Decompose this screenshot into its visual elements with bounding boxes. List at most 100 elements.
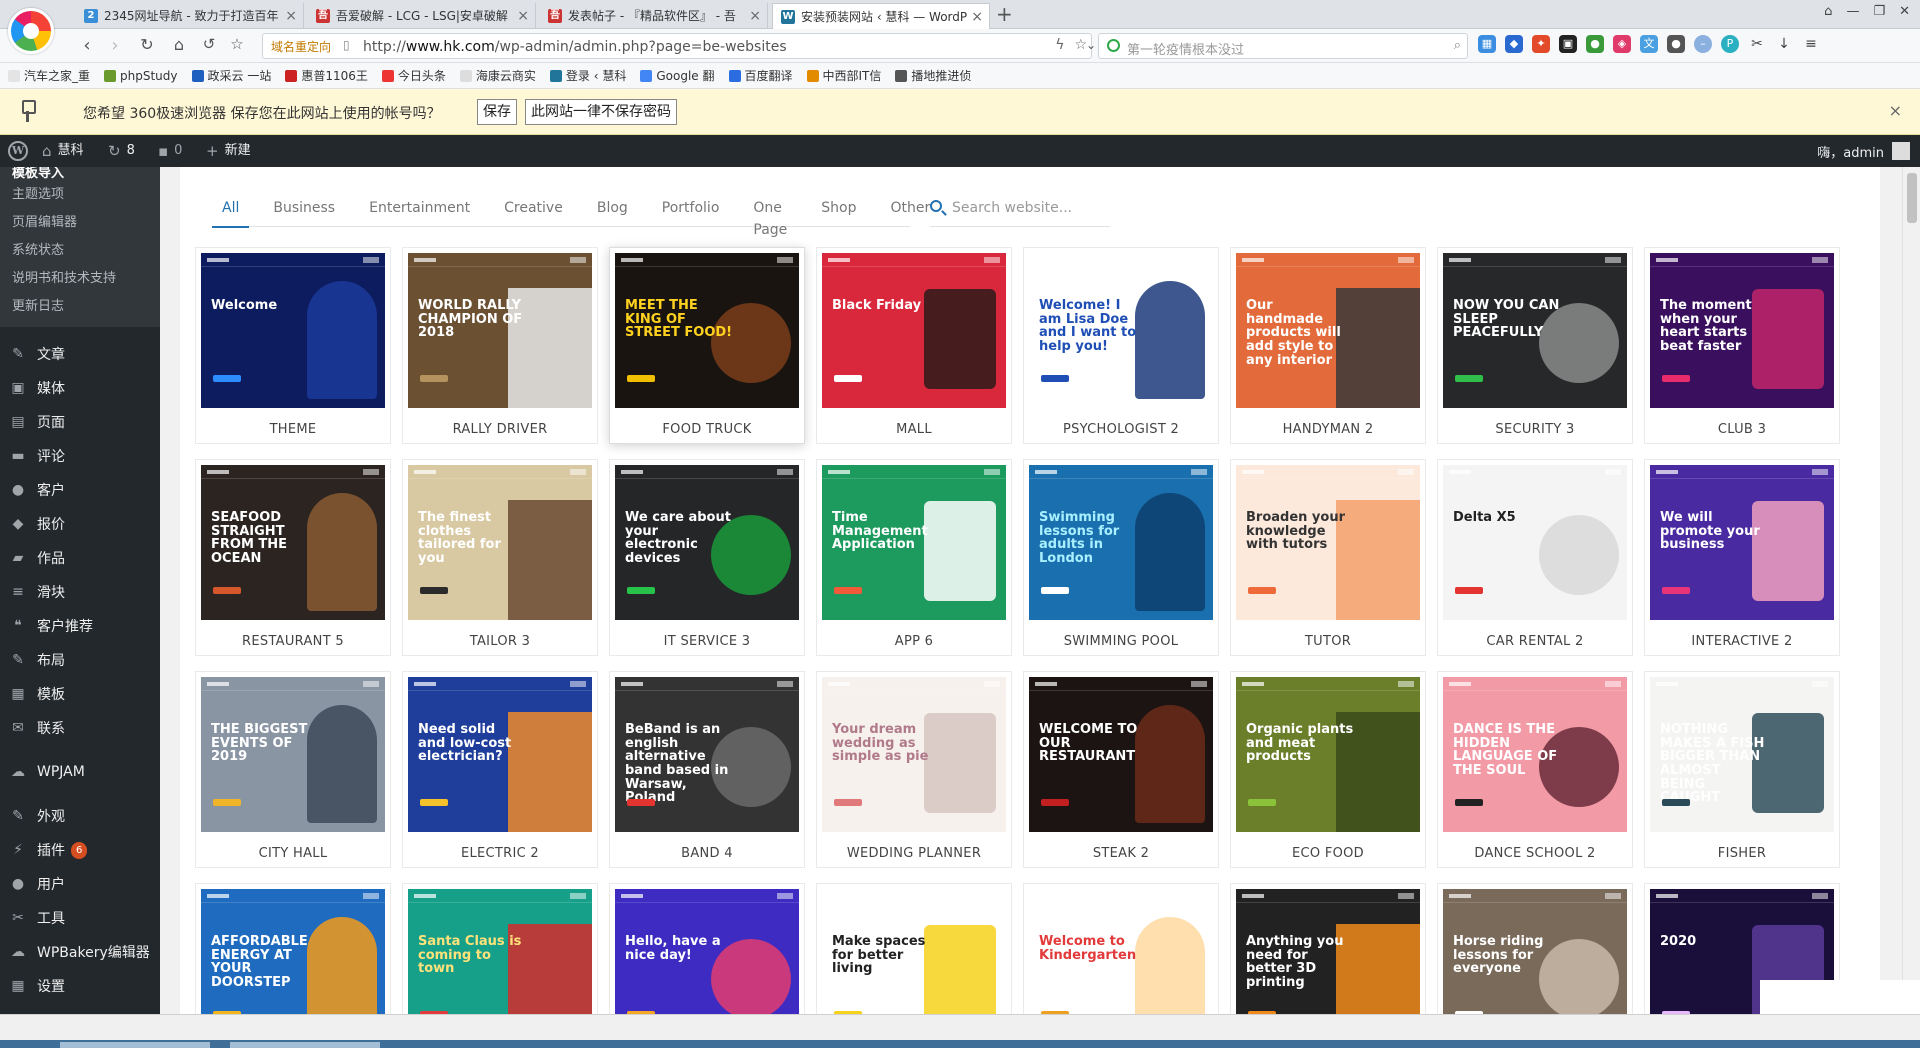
- browser-tab[interactable]: 吾吾爱破解 - LCG - LSG|安卓破解 ×: [308, 3, 536, 29]
- taskbar-item[interactable]: [60, 1042, 210, 1048]
- scrollbar-thumb[interactable]: [1907, 173, 1917, 223]
- home-window-icon[interactable]: ⌂: [1824, 4, 1832, 19]
- tab-close-icon[interactable]: ×: [749, 3, 761, 29]
- website-card[interactable]: The finest clothes tailored for you TAILO…: [402, 459, 598, 656]
- sidebar-item[interactable]: ⚡ 插件 6: [0, 833, 160, 867]
- website-card[interactable]: NOW YOU CAN SLEEP PEACEFULLY SECURITY 3: [1437, 247, 1633, 444]
- website-card[interactable]: MEET THE KING OF STREET FOOD! FOOD TRUCK: [609, 247, 805, 444]
- tab-close-icon[interactable]: ×: [285, 3, 297, 29]
- forward-icon[interactable]: ›: [104, 35, 126, 56]
- submenu-item[interactable]: 说明书和技术支持: [0, 265, 160, 293]
- sidebar-item[interactable]: ▰ 作品: [0, 541, 160, 575]
- website-card[interactable]: Our handmade products will add style to …: [1230, 247, 1426, 444]
- undo-icon[interactable]: ↺: [198, 35, 220, 53]
- game-icon[interactable]: ✦: [1532, 35, 1550, 53]
- bookmark-item[interactable]: 今日头条: [381, 67, 446, 84]
- website-card[interactable]: Welcome to Kindergarten: [1023, 883, 1219, 1014]
- comments-menu[interactable]: ▪ 0: [158, 135, 182, 167]
- website-card[interactable]: Santa Claus is coming to town: [402, 883, 598, 1014]
- bookmark-item[interactable]: 汽车之家_重: [8, 67, 90, 84]
- sidebar-item[interactable]: ● 用户: [0, 867, 160, 901]
- home-icon[interactable]: ⌂: [168, 35, 190, 54]
- dots-icon[interactable]: ●: [1667, 35, 1685, 53]
- submenu-item[interactable]: 更新日志: [0, 293, 160, 321]
- apps-icon[interactable]: ▦: [1478, 35, 1496, 53]
- sidebar-item[interactable]: ▬ 评论: [0, 439, 160, 473]
- filter-tab[interactable]: Blog: [595, 197, 630, 227]
- filter-tab[interactable]: Other: [889, 197, 933, 227]
- website-card[interactable]: Horse riding lessons for everyone: [1437, 883, 1633, 1014]
- filter-tab[interactable]: Entertainment: [367, 197, 472, 227]
- website-card[interactable]: Make spaces for better living: [816, 883, 1012, 1014]
- p-circle-icon[interactable]: P: [1721, 35, 1739, 53]
- sidebar-item[interactable]: ✎ 文章: [0, 337, 160, 371]
- maximize-button[interactable]: ❐: [1873, 4, 1885, 19]
- sidebar-item[interactable]: ☁ WPBakery编辑器: [0, 935, 160, 969]
- website-card[interactable]: Anything you need for better 3D printing: [1230, 883, 1426, 1014]
- lightning-icon[interactable]: ϟ: [1055, 37, 1064, 53]
- minimize-button[interactable]: —: [1846, 4, 1859, 19]
- sidebar-item[interactable]: ▦ 模板: [0, 677, 160, 711]
- bookmark-item[interactable]: 播地推进侦: [895, 67, 971, 84]
- bookmark-item[interactable]: Google 翻: [640, 67, 715, 84]
- cube-icon[interactable]: ◈: [1613, 35, 1631, 53]
- close-window-button[interactable]: ✕: [1899, 4, 1910, 19]
- filter-tab[interactable]: Shop: [819, 197, 858, 227]
- browser-tab[interactable]: W 安装预装网站 ‹ 慧科 — WordP ×: [772, 3, 990, 29]
- website-card[interactable]: We care about your electronic devices IT …: [609, 459, 805, 656]
- updates-menu[interactable]: ↻ 8: [108, 135, 135, 167]
- sidebar-item[interactable]: ◆ 报价: [0, 507, 160, 541]
- bookmark-item[interactable]: phpStudy: [104, 69, 178, 83]
- url-text[interactable]: http://www.hk.com/wp-admin/admin.php?pag…: [363, 39, 787, 55]
- search-box[interactable]: 第一轮疫情根本没过 ⌕: [1098, 33, 1468, 59]
- sidebar-item[interactable]: ❝ 客户推荐: [0, 609, 160, 643]
- sidebar-item[interactable]: ▦ 设置: [0, 969, 160, 1003]
- submenu-item[interactable]: 页眉编辑器: [0, 209, 160, 237]
- website-card[interactable]: Broaden your knowledge with tutors TUTOR: [1230, 459, 1426, 656]
- bookmark-item[interactable]: 百度翻译: [728, 67, 793, 84]
- website-card[interactable]: Hello, have a nice day!: [609, 883, 805, 1014]
- never-save-button[interactable]: 此网站一律不保存密码: [525, 99, 677, 125]
- filter-tab[interactable]: Creative: [502, 197, 565, 227]
- close-icon[interactable]: ×: [1889, 101, 1902, 120]
- minus-circle-icon[interactable]: –: [1694, 35, 1712, 53]
- notification-icon[interactable]: ▣: [1559, 35, 1577, 53]
- download-icon[interactable]: ↓: [1775, 35, 1793, 53]
- sidebar-item[interactable]: ✎ 布局: [0, 643, 160, 677]
- filter-tab[interactable]: Portfolio: [660, 197, 722, 227]
- submenu-item[interactable]: 系统状态: [0, 237, 160, 265]
- sidebar-item[interactable]: ≡ 滑块: [0, 575, 160, 609]
- website-card[interactable]: DANCE IS THE HIDDEN LANGUAGE OF THE SOUL…: [1437, 671, 1633, 868]
- website-card[interactable]: BeBand is an english alternative band ba…: [609, 671, 805, 868]
- sidebar-item[interactable]: ☁ WPJAM: [0, 755, 160, 789]
- menu-icon[interactable]: ≡: [1802, 35, 1820, 53]
- save-password-button[interactable]: 保存: [477, 99, 517, 125]
- reload-icon[interactable]: ↻: [136, 35, 158, 54]
- shield-icon[interactable]: ◆: [1505, 35, 1523, 53]
- tab-close-icon[interactable]: ×: [517, 3, 529, 29]
- website-card[interactable]: The moment when your heart starts beat f…: [1644, 247, 1840, 444]
- website-card[interactable]: AFFORDABLE ENERGY AT YOUR DOORSTEP: [195, 883, 391, 1014]
- wp-logo-menu[interactable]: W: [8, 135, 28, 167]
- new-content-menu[interactable]: + 新建: [206, 135, 251, 167]
- website-card[interactable]: Need solid and low-cost electrician? ELEC…: [402, 671, 598, 868]
- website-card[interactable]: We will promote your business INTERACTIVE…: [1644, 459, 1840, 656]
- website-card[interactable]: WORLD RALLY CHAMPION OF 2018 RALLY DRIVER: [402, 247, 598, 444]
- website-card[interactable]: Organic plants and meat products ECO FOOD: [1230, 671, 1426, 868]
- bookmark-item[interactable]: 惠普1106王: [285, 67, 368, 84]
- website-card[interactable]: Swimming lessons for adults in London SWI…: [1023, 459, 1219, 656]
- website-card[interactable]: THE BIGGEST EVENTS OF 2019 CITY HALL: [195, 671, 391, 868]
- website-card[interactable]: Black Friday MALL: [816, 247, 1012, 444]
- sidebar-item[interactable]: ▣ 媒体: [0, 371, 160, 405]
- bookmark-item[interactable]: 中西部IT信: [806, 67, 881, 84]
- website-card[interactable]: WELCOME TO OUR RESTAURANT STEAK 2: [1023, 671, 1219, 868]
- filter-tab[interactable]: Business: [271, 197, 337, 227]
- website-card[interactable]: SEAFOOD STRAIGHT FROM THE OCEAN RESTAURAN…: [195, 459, 391, 656]
- globe-icon[interactable]: ●: [1586, 35, 1604, 53]
- submenu-item[interactable]: 模板导入: [0, 167, 160, 181]
- sidebar-item[interactable]: ✉ 联系: [0, 711, 160, 745]
- search-icon[interactable]: ⌕: [1454, 38, 1461, 53]
- website-card[interactable]: Your dream wedding as simple as pie WEDDI…: [816, 671, 1012, 868]
- sidebar-item[interactable]: ✎ 外观: [0, 799, 160, 833]
- account-menu[interactable]: 嗨，admin: [1817, 135, 1910, 167]
